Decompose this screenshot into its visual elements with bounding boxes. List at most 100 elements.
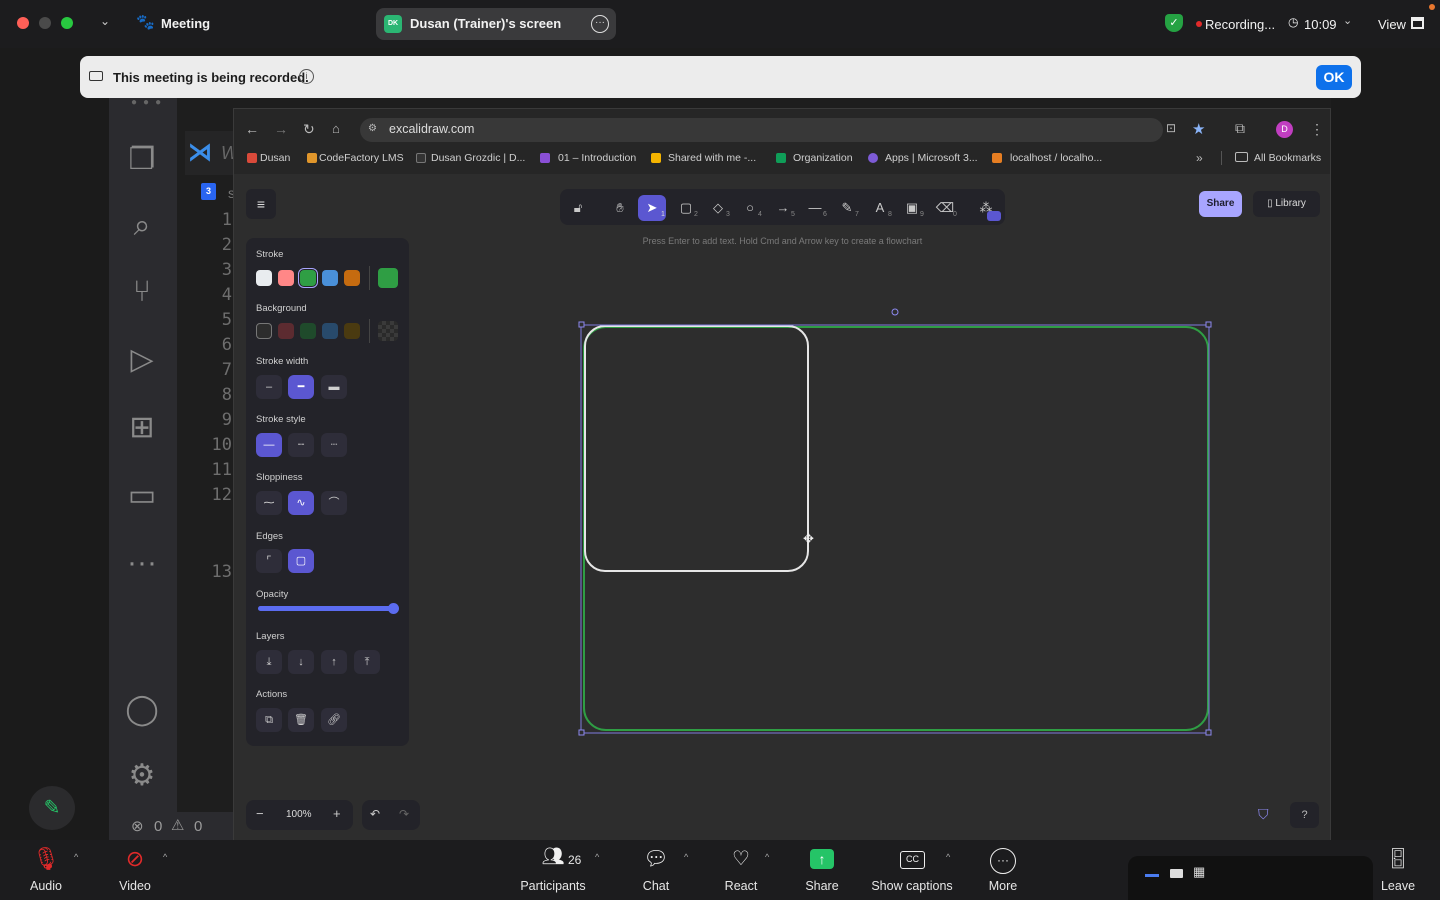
- stroke-swatch-orange[interactable]: [344, 270, 360, 286]
- minimize-window-button[interactable]: [39, 17, 51, 29]
- edges-round[interactable]: ▢: [288, 549, 314, 573]
- large-rectangle-shape[interactable]: [583, 326, 1209, 731]
- meeting-label[interactable]: Meeting: [161, 16, 210, 31]
- zoom-out-icon[interactable]: −: [256, 806, 264, 821]
- time-chevron-icon[interactable]: ⌄: [1343, 14, 1352, 27]
- help-icon[interactable]: ?: [1290, 802, 1319, 828]
- error-icon[interactable]: ⊗: [131, 817, 144, 835]
- browser-menu-icon[interactable]: ⋮: [1310, 121, 1324, 138]
- main-menu-button[interactable]: ≡: [246, 189, 276, 219]
- sloppiness-artist[interactable]: ∿: [288, 491, 314, 515]
- bookmark-item[interactable]: Organization: [793, 152, 853, 164]
- send-to-back-icon[interactable]: ⤓: [256, 650, 282, 674]
- run-debug-icon[interactable]: ▷: [122, 340, 162, 380]
- bg-swatch-transparent[interactable]: [256, 323, 272, 339]
- captions-caret[interactable]: ^: [946, 852, 950, 862]
- warning-count[interactable]: 0: [194, 818, 202, 835]
- annotate-pencil-icon[interactable]: ✎: [29, 786, 75, 830]
- error-count[interactable]: 0: [154, 818, 162, 835]
- explorer-icon[interactable]: ❐: [122, 140, 162, 180]
- bookmark-item[interactable]: 01 – Introduction: [558, 152, 636, 164]
- zoom-level[interactable]: 100%: [286, 809, 312, 820]
- stroke-width-extra-bold[interactable]: ▬: [321, 375, 347, 399]
- library-button[interactable]: ▯ Library: [1253, 191, 1320, 217]
- bg-swatch-green[interactable]: [300, 323, 316, 339]
- view-button[interactable]: View: [1378, 17, 1406, 32]
- recording-status[interactable]: Recording...: [1205, 17, 1275, 32]
- info-icon[interactable]: i: [299, 69, 314, 84]
- settings-gear-icon[interactable]: ⚙: [122, 756, 162, 796]
- remote-explorer-icon[interactable]: ▭: [122, 476, 162, 516]
- profile-avatar[interactable]: D: [1276, 121, 1293, 138]
- duplicate-icon[interactable]: ⧉: [256, 708, 282, 732]
- stroke-swatch-blue[interactable]: [322, 270, 338, 286]
- bookmark-star-icon[interactable]: ★: [1192, 120, 1205, 138]
- sloppiness-architect[interactable]: ⁓: [256, 491, 282, 515]
- undo-icon[interactable]: ↶: [370, 807, 380, 821]
- video-label[interactable]: Video: [110, 879, 160, 893]
- bg-swatch-blue[interactable]: [322, 323, 338, 339]
- home-icon[interactable]: ⌂: [332, 121, 340, 136]
- bring-to-front-icon[interactable]: ⤒: [354, 650, 380, 674]
- more-options-icon[interactable]: ···: [591, 15, 609, 33]
- delete-icon[interactable]: 🗑︎: [288, 708, 314, 732]
- ok-button[interactable]: OK: [1316, 65, 1352, 90]
- hand-tool-icon[interactable]: ✋︎: [606, 195, 634, 221]
- extensions-puzzle-icon[interactable]: ⧉: [1235, 120, 1245, 137]
- small-rectangle-shape[interactable]: [584, 325, 809, 572]
- site-info-icon[interactable]: ⚙: [368, 123, 377, 134]
- bookmark-item[interactable]: Dusan Grozdic | D...: [431, 152, 525, 164]
- share-screen-icon[interactable]: ↑: [810, 849, 834, 869]
- bookmark-item[interactable]: Dusan: [260, 152, 290, 164]
- view-grid-icon[interactable]: [1411, 17, 1424, 29]
- stroke-current-color[interactable]: [378, 268, 398, 288]
- react-label[interactable]: React: [715, 879, 767, 893]
- participants-caret[interactable]: ^: [595, 852, 599, 862]
- bookmark-item[interactable]: Shared with me -...: [668, 152, 756, 164]
- warning-icon[interactable]: ⚠: [171, 816, 184, 834]
- url-text[interactable]: excalidraw.com: [389, 122, 474, 136]
- stroke-width-bold[interactable]: ━: [288, 375, 314, 399]
- chat-label[interactable]: Chat: [630, 879, 682, 893]
- stroke-style-solid[interactable]: —: [256, 433, 282, 457]
- stroke-style-dashed[interactable]: ╌: [288, 433, 314, 457]
- share-label[interactable]: Share: [796, 879, 848, 893]
- chat-caret[interactable]: ^: [684, 852, 688, 862]
- bg-swatch-yellow[interactable]: [344, 323, 360, 339]
- resize-handle[interactable]: [1205, 729, 1212, 736]
- bring-forward-icon[interactable]: ↑: [321, 650, 347, 674]
- mic-muted-icon[interactable]: 🎙︎: [30, 846, 62, 876]
- excalidraw-share-button[interactable]: Share: [1199, 191, 1242, 217]
- fullscreen-window-button[interactable]: [61, 17, 73, 29]
- meeting-time[interactable]: 10:09: [1304, 17, 1337, 32]
- chevron-down-icon[interactable]: ⌄: [100, 14, 110, 28]
- back-icon[interactable]: ←: [245, 121, 259, 137]
- extensions-icon[interactable]: ⊞: [122, 408, 162, 448]
- bg-swatch-red[interactable]: [278, 323, 294, 339]
- stroke-style-dotted[interactable]: ┈: [321, 433, 347, 457]
- video-off-icon[interactable]: ⊘: [120, 846, 150, 876]
- address-bar[interactable]: [360, 118, 1163, 142]
- speaker-layout-icon[interactable]: [1170, 869, 1183, 878]
- opacity-slider-thumb[interactable]: [388, 603, 399, 614]
- stroke-swatch-white[interactable]: [256, 270, 272, 286]
- all-bookmarks-link[interactable]: All Bookmarks: [1254, 152, 1321, 164]
- redo-icon[interactable]: ↷: [399, 807, 409, 821]
- account-icon[interactable]: ◯: [122, 690, 162, 730]
- participants-label[interactable]: Participants: [512, 879, 594, 893]
- participants-icon[interactable]: 👥︎: [540, 846, 566, 876]
- bookmark-item[interactable]: localhost / localho...: [1010, 152, 1102, 164]
- gallery-layout-icon[interactable]: ▦: [1193, 864, 1205, 880]
- canvas-shapes[interactable]: ✥: [570, 300, 1230, 745]
- leave-door-icon[interactable]: 🚪︎: [1384, 846, 1412, 876]
- link-icon[interactable]: 🔗︎: [321, 708, 347, 732]
- stroke-swatch-green[interactable]: [298, 268, 318, 288]
- more-views-icon[interactable]: ···: [122, 543, 162, 583]
- resize-handle[interactable]: [1205, 321, 1212, 328]
- video-options-caret[interactable]: ^: [163, 852, 167, 862]
- shield-check-icon[interactable]: ✓: [1165, 14, 1183, 32]
- bookmark-item[interactable]: CodeFactory LMS: [319, 152, 404, 164]
- chat-icon[interactable]: 💬︎: [642, 846, 670, 876]
- captions-cc-icon[interactable]: CC: [900, 851, 925, 869]
- resize-handle[interactable]: [578, 729, 585, 736]
